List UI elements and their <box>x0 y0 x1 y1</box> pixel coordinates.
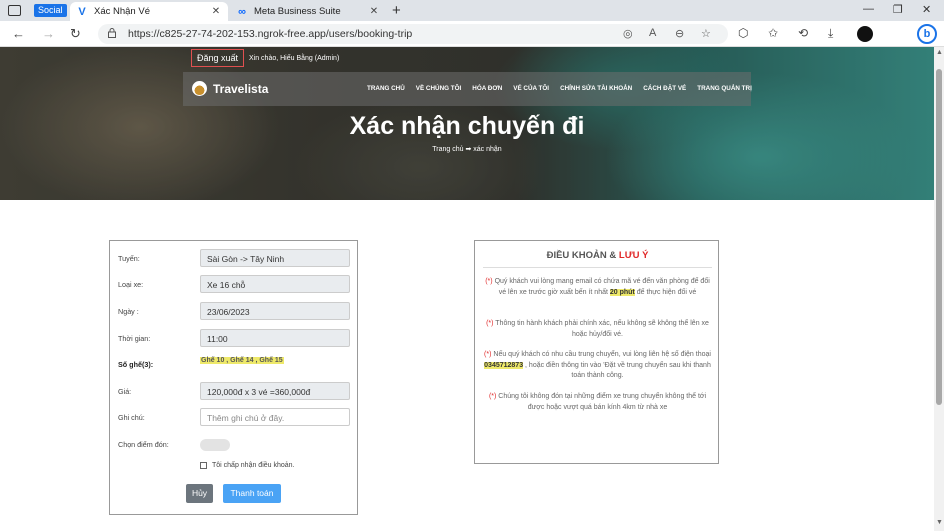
profile-avatar[interactable] <box>857 26 873 42</box>
minimize-icon[interactable]: — <box>863 3 874 15</box>
favorites-icon[interactable]: ✩ <box>768 26 778 40</box>
route-field: Sài Gòn -> Tây Ninh <box>200 249 350 267</box>
back-icon[interactable]: ← <box>12 26 25 42</box>
nav-menu: TRANG CHỦ VỀ CHÚNG TÔI HÓA ĐƠN VÉ CỦA TÔ… <box>367 85 763 92</box>
route-label: Tuyến: <box>118 254 140 263</box>
user-greeting: Xin chào, Hiếu Bằng (Admin) <box>249 55 340 62</box>
hero-banner: Đăng xuất Xin chào, Hiếu Bằng (Admin) Tr… <box>0 47 934 200</box>
tab-title: Xác Nhận Vé <box>94 6 150 17</box>
close-tab-icon[interactable]: ✕ <box>210 6 222 17</box>
brand-logo[interactable]: Travelista <box>192 81 268 96</box>
tab-title: Meta Business Suite <box>254 6 341 17</box>
terms-title-highlight: LƯU Ý <box>618 250 649 261</box>
zoom-icon[interactable]: ⊖ <box>675 27 684 40</box>
extensions-icon[interactable]: ⬡ <box>738 26 748 40</box>
location-icon[interactable]: ◎ <box>623 27 633 40</box>
close-tab-icon[interactable]: ✕ <box>368 6 380 17</box>
pickup-label: Chọn điểm đón: <box>118 440 169 449</box>
seats-value: Ghế 10 , Ghế 14 , Ghế 15 <box>200 357 284 364</box>
vehicle-field: Xe 16 chỗ <box>200 275 350 293</box>
terms-panel: ĐIỀU KHOẢN & LƯU Ý (*) Quý khách vui lòn… <box>474 240 719 464</box>
nav-item-home[interactable]: TRANG CHỦ <box>367 85 405 92</box>
tab-actions-icon[interactable] <box>8 3 22 18</box>
asterisk: (*) <box>485 278 493 285</box>
browser-tab-bar: Social V Xác Nhận Vé ✕ ∞ Meta Business S… <box>0 0 944 21</box>
term-item-4: (*) Chúng tôi không đón tại những điểm x… <box>483 392 712 413</box>
scrollbar-thumb[interactable] <box>936 69 942 405</box>
agree-label: Tôi chấp nhận điều khoản. <box>212 462 295 469</box>
term-item-2: (*) Thông tin hành khách phải chính xác,… <box>483 319 712 340</box>
divider <box>483 267 712 268</box>
pickup-select[interactable] <box>200 439 230 451</box>
term-2-text: Thông tin hành khách phải chính xác, nếu… <box>495 320 709 338</box>
vehicle-label: Loại xe: <box>118 280 144 289</box>
note-input[interactable]: Thêm ghi chú ở đây. <box>200 408 350 426</box>
asterisk: (*) <box>486 320 494 327</box>
travelista-logo-icon <box>192 81 207 96</box>
nav-item-about[interactable]: VỀ CHÚNG TÔI <box>416 85 461 92</box>
tab-xac-nhan-ve[interactable]: V Xác Nhận Vé ✕ <box>70 2 228 21</box>
new-tab-icon[interactable]: + <box>392 2 401 19</box>
nav-item-edit-account[interactable]: CHỈNH SỬA TÀI KHOẢN <box>560 85 632 92</box>
lock-icon <box>108 28 116 38</box>
refresh-icon[interactable]: ↻ <box>70 26 81 42</box>
agree-checkbox[interactable] <box>200 462 207 469</box>
address-bar[interactable]: https://c825-27-74-202-153.ngrok-free.ap… <box>98 24 728 44</box>
note-label: Ghi chú: <box>118 413 145 422</box>
price-field: 120,000đ x 3 vé =360,000đ <box>200 382 350 400</box>
maximize-icon[interactable]: ❐ <box>893 3 903 16</box>
nav-item-my-tickets[interactable]: VÉ CỦA TÔI <box>513 85 549 92</box>
logout-button[interactable]: Đăng xuất <box>191 49 245 67</box>
read-aloud-icon[interactable]: A <box>649 27 656 39</box>
cancel-button[interactable]: Hủy <box>186 484 213 503</box>
nav-item-invoices[interactable]: HÓA ĐƠN <box>472 85 502 92</box>
term-item-1: (*) Quý khách vui lòng mang email có chứ… <box>483 277 712 298</box>
meta-favicon-icon: ∞ <box>238 5 246 18</box>
scroll-up-icon[interactable]: ▲ <box>936 49 943 56</box>
url-text: https://c825-27-74-202-153.ngrok-free.ap… <box>128 28 413 40</box>
time-field: 11:00 <box>200 329 350 347</box>
booking-form: Tuyến: Sài Gòn -> Tây Ninh Loại xe: Xe 1… <box>109 240 358 515</box>
breadcrumb: Trang chủ ➡ xác nhận <box>432 146 502 153</box>
social-workspace-badge[interactable]: Social <box>34 4 67 17</box>
downloads-icon[interactable]: ⤓ <box>828 26 833 41</box>
tab-meta-business-suite[interactable]: ∞ Meta Business Suite ✕ <box>230 2 386 21</box>
page-title: Xác nhận chuyến đi <box>349 112 585 140</box>
term-3-text-b: , hoặc điền thông tin vào 'Đặt về trung … <box>525 361 711 380</box>
term-item-3: (*) Nếu quý khách có nhu cầu trung chuyể… <box>483 350 712 382</box>
term-4-text: Chúng tôi không đón tại những điểm xe tr… <box>498 393 707 411</box>
time-label: Thời gian: <box>118 334 151 343</box>
term-3-phone: 0345712873 <box>484 361 524 369</box>
date-field: 23/06/2023 <box>200 302 350 320</box>
brand-name: Travelista <box>213 81 269 96</box>
nav-item-how-to-book[interactable]: CÁCH ĐẶT VÉ <box>643 85 686 92</box>
history-icon[interactable]: ⟲ <box>798 26 808 40</box>
page-scrollbar[interactable]: ▲ ▼ <box>934 47 944 531</box>
terms-title: ĐIỀU KHOẢN & LƯU Ý <box>475 250 720 261</box>
main-navbar: Travelista TRANG CHỦ VỀ CHÚNG TÔI HÓA ĐƠ… <box>183 72 752 106</box>
agree-terms[interactable]: Tôi chấp nhận điều khoản. <box>200 462 295 469</box>
nav-item-admin[interactable]: TRANG QUẢN TRỊ <box>697 85 752 92</box>
term-3-text-a: Nếu quý khách có nhu cầu trung chuyển, v… <box>493 351 711 358</box>
term-1-text-b: để thực hiện đổi vé <box>636 288 697 296</box>
term-1-highlight: 20 phút <box>609 288 635 296</box>
browser-toolbar: ← → ↻ https://c825-27-74-202-153.ngrok-f… <box>0 21 944 47</box>
seats-label: Số ghế(3): <box>118 360 154 369</box>
scroll-down-icon[interactable]: ▼ <box>936 519 943 526</box>
forward-icon[interactable]: → <box>42 26 55 42</box>
v-favicon-icon: V <box>78 5 86 18</box>
terms-title-prefix: ĐIỀU KHOẢN & <box>546 250 617 261</box>
price-label: Giá: <box>118 387 132 396</box>
date-label: Ngày : <box>118 307 139 316</box>
asterisk: (*) <box>484 351 492 358</box>
asterisk: (*) <box>488 393 497 400</box>
bing-copilot-icon[interactable]: b <box>917 24 937 44</box>
pay-button[interactable]: Thanh toán <box>223 484 281 503</box>
favorite-star-icon[interactable]: ☆ <box>701 27 711 40</box>
close-window-icon[interactable]: ✕ <box>922 3 931 16</box>
